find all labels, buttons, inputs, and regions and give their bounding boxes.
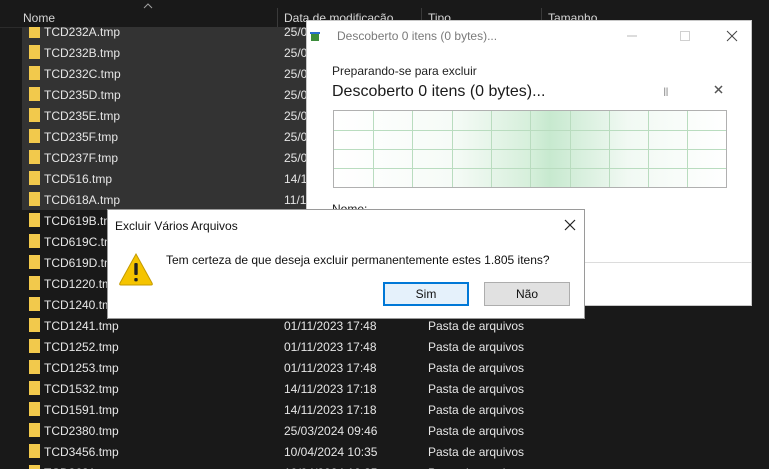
progress-heading: Descoberto 0 itens (0 bytes)...	[332, 83, 546, 100]
dialog-title: Excluir Vários Arquivos	[115, 219, 238, 233]
file-name: TCD237F.tmp	[44, 151, 119, 165]
folder-icon	[29, 444, 40, 458]
progress-window-title: Descoberto 0 itens (0 bytes)...	[337, 29, 498, 43]
folder-icon	[29, 255, 40, 269]
folder-icon	[29, 192, 40, 206]
file-date: 14/11/2023 17:18	[284, 403, 377, 417]
file-name: TCD2380.tmp	[44, 424, 119, 438]
folder-icon	[29, 108, 40, 122]
file-type: Pasta de arquivos	[428, 340, 525, 354]
column-divider[interactable]	[277, 8, 278, 27]
folder-icon	[29, 66, 40, 80]
dialog-titlebar: Excluir Vários Arquivos	[108, 210, 584, 240]
file-date: 25/0	[284, 67, 308, 81]
progress-subtitle: Preparando-se para excluir	[332, 64, 477, 78]
file-name: TCD235F.tmp	[44, 130, 119, 144]
column-name-header[interactable]: Nome	[23, 11, 55, 25]
folder-icon	[29, 27, 40, 38]
file-date: 25/0	[284, 109, 308, 123]
file-date: 25/0	[284, 46, 308, 60]
folder-icon	[29, 150, 40, 164]
folder-icon	[29, 339, 40, 353]
table-row[interactable]: TCD1532.tmp 14/11/2023 17:18 Pasta de arqu…	[0, 378, 625, 399]
file-name: TCD1241.tmp	[44, 319, 119, 333]
file-name: TCD1253.tmp	[44, 361, 119, 375]
file-name: TCD232B.tmp	[44, 46, 121, 60]
table-row[interactable]: TCD1252.tmp 01/11/2023 17:48 Pasta de arqu…	[0, 336, 625, 357]
speed-graph	[333, 110, 727, 188]
file-name: TCD618A.tmp	[44, 193, 121, 207]
file-type: Pasta de arquivos	[428, 403, 525, 417]
file-date: 25/0	[284, 151, 308, 165]
file-date: 10/04/2024 10:35	[284, 445, 378, 459]
file-date: 25/0	[284, 88, 308, 102]
table-row[interactable]: TCD1253.tmp 01/11/2023 17:48 Pasta de arqu…	[0, 357, 625, 378]
folder-icon	[29, 234, 40, 248]
folder-icon	[29, 318, 40, 332]
confirm-message: Tem certeza de que deseja excluir perman…	[166, 253, 550, 267]
folder-icon	[29, 276, 40, 290]
file-date: 11/1	[284, 193, 307, 207]
file-name: TCD232A.tmp	[44, 27, 121, 39]
file-type: Pasta de arquivos	[428, 361, 525, 375]
folder-icon	[29, 171, 40, 185]
folder-icon	[29, 423, 40, 437]
pause-icon[interactable]: II	[663, 85, 669, 99]
file-type: Pasta de arquivos	[428, 382, 525, 396]
sort-ascending-icon	[143, 3, 153, 9]
warning-icon	[119, 252, 153, 286]
folder-icon	[29, 402, 40, 416]
folder-icon	[29, 87, 40, 101]
file-date: 25/0	[284, 130, 308, 144]
folder-icon	[29, 129, 40, 143]
close-icon[interactable]	[564, 219, 576, 231]
file-date: 01/11/2023 17:48	[284, 340, 377, 354]
file-date: 14/11/2023 17:18	[284, 382, 377, 396]
file-date: 25/0	[284, 27, 308, 39]
folder-icon	[29, 213, 40, 227]
table-row[interactable]: TCD2380.tmp 25/03/2024 09:46 Pasta de arqu…	[0, 420, 625, 441]
folder-icon	[29, 465, 40, 469]
file-name: TCD1252.tmp	[44, 340, 119, 354]
no-button[interactable]: Não	[484, 282, 570, 306]
folder-icon	[29, 381, 40, 395]
file-date: 25/03/2024 09:46	[284, 424, 378, 438]
file-date: 01/11/2023 17:48	[284, 319, 377, 333]
folder-icon	[29, 360, 40, 374]
file-name: TCD516.tmp	[44, 172, 113, 186]
yes-button[interactable]: Sim	[383, 282, 469, 306]
minimize-icon[interactable]	[617, 25, 647, 47]
folder-icon	[29, 45, 40, 59]
file-name: TCD232C.tmp	[44, 67, 121, 81]
file-type: Pasta de arquivos	[428, 319, 525, 333]
file-name: TCD3456.tmp	[44, 445, 119, 459]
delete-confirm-dialog: Excluir Vários Arquivos Tem certeza de q…	[107, 209, 585, 319]
file-name: TCD235D.tmp	[44, 88, 121, 102]
folder-icon	[29, 297, 40, 311]
file-date: 01/11/2023 17:48	[284, 361, 377, 375]
table-row[interactable]: TCD1591.tmp 14/11/2023 17:18 Pasta de arqu…	[0, 399, 625, 420]
table-row[interactable]: TCD3631.tmp10/04/2024 10:35Pasta de arqu…	[0, 462, 625, 469]
file-name: TCD235E.tmp	[44, 109, 121, 123]
file-type: Pasta de arquivos	[428, 424, 525, 438]
dialog-body: Tem certeza de que deseja excluir perman…	[108, 240, 584, 318]
recycle-bin-icon	[310, 32, 320, 41]
file-date: 14/1	[284, 172, 308, 186]
file-type: Pasta de arquivos	[428, 445, 525, 459]
maximize-icon[interactable]	[670, 25, 700, 47]
table-row[interactable]: TCD3456.tmp 10/04/2024 10:35 Pasta de arqu…	[0, 441, 625, 462]
file-name: TCD1591.tmp	[44, 403, 119, 417]
file-name: TCD1532.tmp	[44, 382, 119, 396]
cancel-icon[interactable]	[712, 83, 726, 97]
close-icon[interactable]	[717, 25, 747, 47]
